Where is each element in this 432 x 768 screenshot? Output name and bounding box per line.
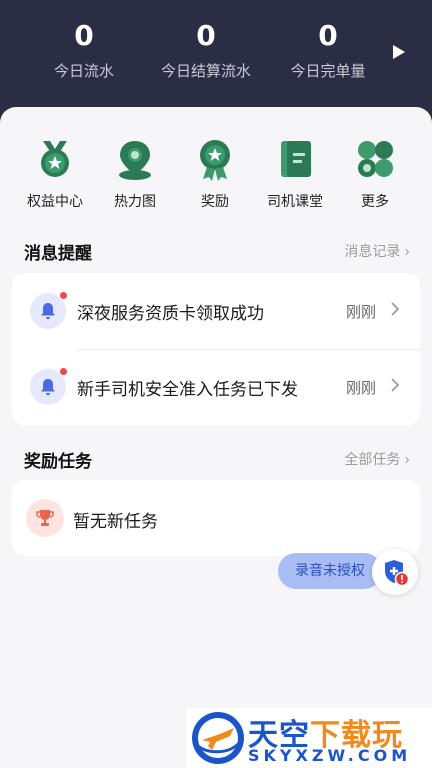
grid-icon <box>358 141 393 177</box>
message-item[interactable]: 新手司机安全准入任务已下发 刚刚 <box>12 349 420 425</box>
play-arrow-icon[interactable] <box>392 44 406 60</box>
book-icon <box>281 141 311 177</box>
site-watermark: 天空下载玩 SKYXZW.COM <box>186 708 432 768</box>
quick-action-classroom[interactable]: 司机课堂 <box>255 137 335 211</box>
stat-today-settled[interactable]: 0 今日结算流水 <box>141 18 271 81</box>
empty-tasks-text: 暂无新任务 <box>73 512 158 532</box>
stat-value: 0 <box>318 19 338 52</box>
quick-action-more[interactable]: 更多 <box>335 137 415 211</box>
all-tasks-link[interactable]: 全部任务 › <box>344 449 410 469</box>
stat-value: 0 <box>196 19 216 52</box>
bell-icon-badge <box>30 367 68 405</box>
shield-alert-icon <box>385 560 409 587</box>
bell-icon <box>41 379 55 396</box>
quick-action-label: 权益中心 <box>27 194 83 210</box>
stat-today-orders[interactable]: 0 今日完单量 <box>263 18 393 81</box>
message-text: 新手司机安全准入任务已下发 <box>77 380 298 400</box>
message-text: 深夜服务资质卡领取成功 <box>77 304 264 324</box>
messages-card: 深夜服务资质卡领取成功 刚刚 新手司机安全准入任务已下发 刚刚 <box>12 273 420 425</box>
stat-label: 今日完单量 <box>290 62 366 80</box>
message-time: 刚刚 <box>345 379 376 397</box>
quick-action-label: 司机课堂 <box>267 194 323 210</box>
bell-icon-badge <box>30 291 68 329</box>
chevron-right-icon: › <box>404 244 410 260</box>
message-history-link[interactable]: 消息记录 › <box>344 241 410 261</box>
stat-value: 0 <box>74 19 94 52</box>
quick-actions: 权益中心 热力图 奖励 司机课堂 更多 <box>0 137 432 217</box>
unread-dot <box>59 367 68 376</box>
quick-action-rewards[interactable]: 奖励 <box>175 137 255 211</box>
stat-label: 今日结算流水 <box>160 62 251 80</box>
trophy-icon-badge <box>26 499 64 537</box>
message-time: 刚刚 <box>345 303 376 321</box>
watermark-domain: SKYXZW.COM <box>248 746 412 765</box>
all-tasks-label: 全部任务 <box>344 452 401 468</box>
main-sheet: 权益中心 热力图 奖励 司机课堂 更多 消息提醒 消息记录 › 深夜服务资质卡领… <box>0 107 432 768</box>
badge-icon <box>41 141 69 177</box>
medal-icon <box>200 140 230 181</box>
message-history-label: 消息记录 <box>344 244 401 260</box>
message-item[interactable]: 深夜服务资质卡领取成功 刚刚 <box>12 273 420 350</box>
bell-icon <box>41 303 55 320</box>
tasks-card: 暂无新任务 <box>12 480 420 556</box>
messages-section-title: 消息提醒 <box>24 244 92 264</box>
map-pin-icon <box>119 141 151 180</box>
unread-dot <box>59 291 68 300</box>
chevron-right-icon <box>391 378 400 392</box>
chevron-right-icon: › <box>404 452 410 468</box>
stat-label: 今日流水 <box>53 62 114 80</box>
quick-action-benefits[interactable]: 权益中心 <box>15 137 95 211</box>
quick-action-label: 热力图 <box>114 194 156 210</box>
stat-today-flow[interactable]: 0 今日流水 <box>19 18 149 81</box>
chevron-right-icon <box>391 302 400 316</box>
safety-shield-button[interactable] <box>372 549 418 595</box>
quick-action-label: 更多 <box>361 194 389 210</box>
quick-action-label: 奖励 <box>201 194 229 210</box>
quick-action-heatmap[interactable]: 热力图 <box>95 137 175 211</box>
tasks-section-title: 奖励任务 <box>24 452 92 472</box>
watermark-logo-icon <box>192 712 244 764</box>
recording-permission-button[interactable]: 录音未授权 <box>278 553 382 589</box>
trophy-icon <box>36 510 54 526</box>
